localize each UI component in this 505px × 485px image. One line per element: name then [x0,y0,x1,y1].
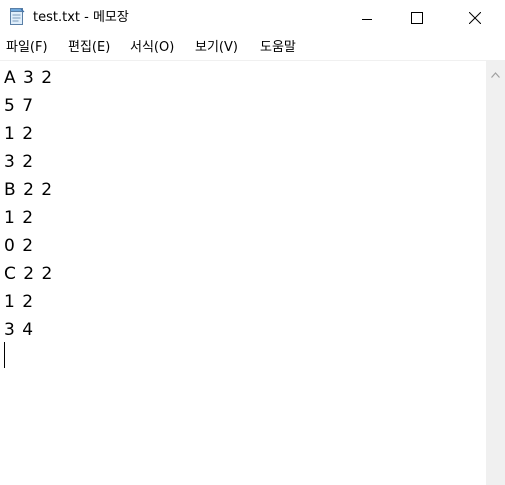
text-caret [4,342,5,368]
maximize-button[interactable] [394,0,440,36]
close-icon [468,9,482,28]
text-line: 0 2 [4,236,35,256]
maximize-icon [411,9,423,28]
window-title: test.txt - 메모장 [33,10,129,25]
menu-view[interactable]: 보기(V) [195,39,238,57]
text-line: 3 4 [4,320,35,340]
title-bar[interactable]: test.txt - 메모장 [0,0,505,36]
text-editor[interactable]: A 3 2 5 7 1 2 3 2 B 2 2 1 2 0 2 C 2 2 1 … [0,61,486,485]
menu-bar: 파일(F) 편집(E) 서식(O) 보기(V) 도움말 [0,36,505,61]
minimize-button[interactable] [344,0,390,36]
text-line: 3 2 [4,152,35,172]
chevron-up-icon [491,63,500,82]
notepad-icon [9,8,25,26]
menu-edit[interactable]: 편집(E) [68,39,110,57]
text-line: A 3 2 [4,68,54,88]
text-line: 1 2 [4,292,35,312]
menu-file[interactable]: 파일(F) [6,39,48,57]
close-button[interactable] [452,0,498,36]
minimize-icon [362,9,372,28]
menu-help[interactable]: 도움말 [260,39,296,57]
menu-format[interactable]: 서식(O) [130,39,174,57]
text-line: 1 2 [4,124,35,144]
text-line: 1 2 [4,208,35,228]
scroll-up-button[interactable] [486,61,505,83]
text-line: C 2 2 [4,264,54,284]
text-line: 5 7 [4,96,35,116]
vertical-scrollbar[interactable] [486,61,505,485]
text-line: B 2 2 [4,180,54,200]
